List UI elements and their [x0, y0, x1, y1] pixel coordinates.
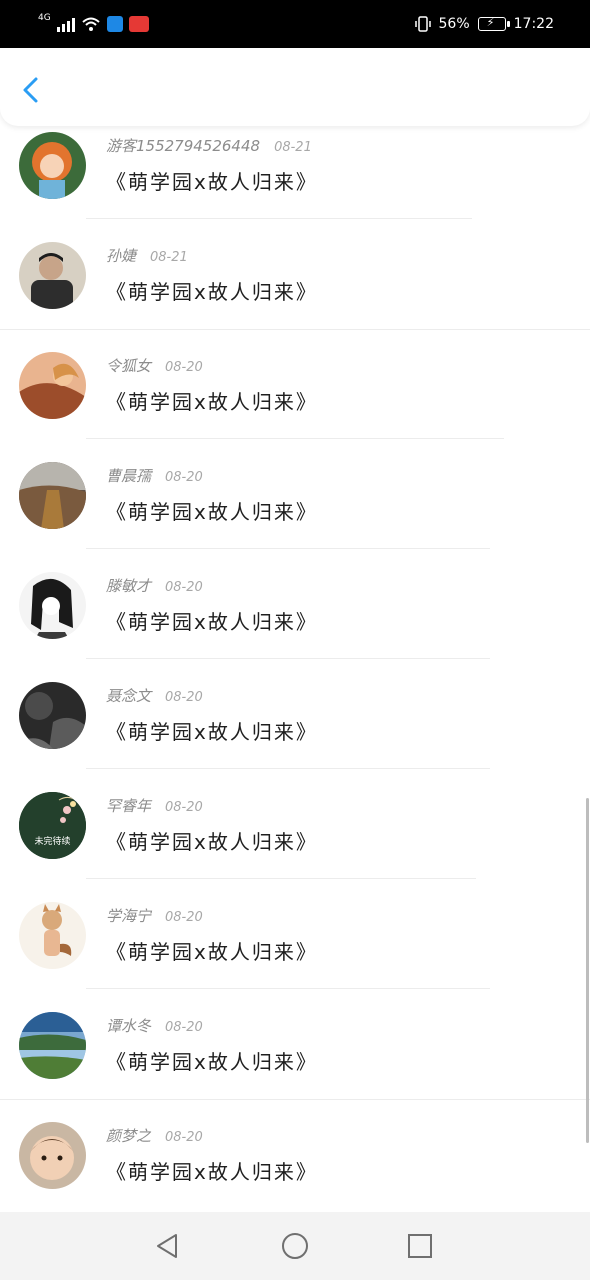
message-text: 《萌学园x故人归来》	[106, 720, 318, 744]
avatar	[19, 462, 86, 529]
message-text: 《萌学园x故人归来》	[106, 390, 318, 414]
username-line: 滕敏才 08-20	[106, 575, 203, 596]
list-item[interactable]: 谭水冬 08-20 《萌学园x故人归来》	[0, 990, 590, 1100]
status-left: 4G	[38, 12, 149, 36]
divider	[86, 768, 490, 769]
message-text: 《萌学园x故人归来》	[106, 1050, 318, 1074]
home-circle-icon[interactable]	[279, 1230, 311, 1262]
battery-icon: ⚡	[477, 16, 510, 31]
signal-percent: 56%	[438, 16, 470, 32]
date: 08-20	[165, 580, 203, 595]
list-item[interactable]: 滕敏才 08-20 《萌学园x故人归来》	[0, 550, 590, 660]
date: 08-20	[165, 910, 203, 925]
wifi-icon	[82, 17, 100, 31]
clock: 17:22	[513, 16, 554, 32]
avatar	[19, 572, 86, 639]
date: 08-21	[274, 140, 312, 155]
divider	[86, 218, 472, 219]
list-item[interactable]: 学海宁 08-20 《萌学园x故人归来》	[0, 880, 590, 990]
avatar	[19, 682, 86, 749]
username-line: 令狐女 08-20	[106, 355, 203, 376]
message-text: 《萌学园x故人归来》	[106, 170, 318, 194]
message-text: 《萌学园x故人归来》	[106, 1160, 318, 1184]
header	[0, 48, 590, 126]
username: 颜梦之	[106, 1127, 152, 1145]
username: 谭水冬	[106, 1017, 152, 1035]
avatar	[19, 1012, 86, 1079]
username-line: 谭水冬 08-20	[106, 1015, 203, 1036]
divider	[86, 438, 504, 439]
recents-square-icon[interactable]	[404, 1230, 436, 1262]
username: 罕睿年	[106, 797, 152, 815]
date: 08-20	[165, 470, 203, 485]
charging-icon: ⚡	[486, 16, 495, 29]
list-item[interactable]: 孙婕 08-21 《萌学园x故人归来》	[0, 220, 590, 330]
divider	[86, 548, 490, 549]
list-item[interactable]: 聂念文 08-20 《萌学园x故人归来》	[0, 660, 590, 770]
message-list[interactable]: 游客15527945264​48 08-21 《萌学园x故人归来》 孙婕 08-21…	[0, 126, 590, 1212]
chevron-left-icon	[23, 77, 38, 103]
divider	[86, 878, 476, 879]
vibrate-icon	[414, 16, 431, 32]
date: 08-20	[165, 1020, 203, 1035]
username-line: 曹晨孺 08-20	[106, 465, 203, 486]
username: 学海宁	[106, 907, 152, 925]
back-button[interactable]	[16, 74, 48, 106]
status-bar: 4G 56% ⚡ 17:22	[0, 0, 590, 48]
date: 08-21	[150, 250, 188, 265]
message-text: 《萌学园x故人归来》	[106, 830, 318, 854]
message-text: 《萌学园x故人归来》	[106, 940, 318, 964]
list-item[interactable]: 令狐女 08-20 《萌学园x故人归来》	[0, 330, 590, 440]
message-text: 《萌学园x故人归来》	[106, 610, 318, 634]
scrollbar[interactable]	[586, 798, 589, 1143]
username: 令狐女	[106, 357, 152, 375]
username: 游客15527945264​48	[106, 137, 261, 155]
username: 孙婕	[106, 247, 137, 265]
avatar	[19, 352, 86, 419]
avatar	[19, 242, 86, 309]
network-type: 4G	[38, 12, 51, 23]
system-nav-bar	[0, 1212, 590, 1280]
app-badge-icon	[128, 16, 149, 32]
date: 08-20	[165, 800, 203, 815]
signal-icon	[56, 16, 75, 32]
shield-badge-icon	[106, 16, 123, 32]
list-item[interactable]: 游客15527945264​48 08-21 《萌学园x故人归来》	[0, 126, 590, 220]
date: 08-20	[165, 690, 203, 705]
divider	[86, 658, 490, 659]
username: 滕敏才	[106, 577, 152, 595]
username-line: 学海宁 08-20	[106, 905, 203, 926]
avatar	[19, 132, 86, 199]
username-line: 罕睿年 08-20	[106, 795, 203, 816]
message-text: 《萌学园x故人归来》	[106, 280, 318, 304]
status-right: 56% ⚡ 17:22	[414, 12, 554, 36]
back-triangle-icon[interactable]	[152, 1230, 184, 1262]
avatar	[19, 1122, 86, 1189]
avatar-overlay-text: 未完待续	[34, 837, 71, 847]
avatar: 未完待续	[19, 792, 86, 859]
message-text: 《萌学园x故人归来》	[106, 500, 318, 524]
date: 08-20	[165, 360, 203, 375]
username: 曹晨孺	[106, 467, 152, 485]
username-line: 游客15527945264​48 08-21	[106, 135, 312, 156]
username-line: 颜梦之 08-20	[106, 1125, 203, 1146]
list-item[interactable]: 曹晨孺 08-20 《萌学园x故人归来》	[0, 440, 590, 550]
divider	[86, 988, 490, 989]
date: 08-20	[165, 1130, 203, 1145]
list-item[interactable]: 颜梦之 08-20 《萌学园x故人归来》	[0, 1100, 590, 1210]
username: 聂念文	[106, 687, 152, 705]
username-line: 聂念文 08-20	[106, 685, 203, 706]
list-item[interactable]: 未完待续 罕睿年 08-20 《萌学园x故人归来》	[0, 770, 590, 880]
username-line: 孙婕 08-21	[106, 245, 188, 266]
avatar	[19, 902, 86, 969]
